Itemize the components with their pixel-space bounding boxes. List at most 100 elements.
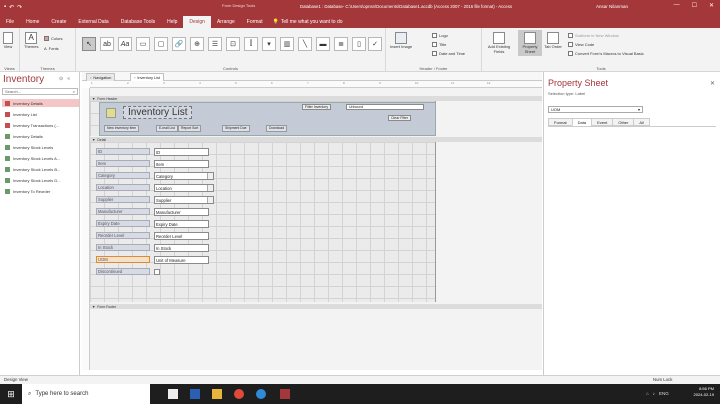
checkbox-discontinued[interactable]	[154, 269, 160, 275]
web-browser-icon[interactable]: ⊕	[190, 37, 204, 51]
doc-tab-navigation[interactable]: ▫ Navigation	[86, 73, 116, 81]
text-box-icon[interactable]: ab	[100, 37, 114, 51]
label-uom[interactable]: UOM	[96, 256, 150, 263]
nav-item[interactable]: Inventory Details	[2, 99, 79, 107]
minimize-button[interactable]: —	[674, 2, 680, 9]
edge-icon[interactable]	[256, 389, 266, 399]
email-list-button[interactable]: E-mail List	[156, 125, 178, 132]
subform-new-window-button[interactable]: Subform in New Window	[568, 33, 619, 38]
tab-format[interactable]: Format	[241, 16, 269, 28]
shutter-bar-icon[interactable]: «	[67, 76, 70, 82]
volume-icon[interactable]: ♪	[653, 391, 655, 396]
language-indicator[interactable]: ENG	[659, 391, 669, 396]
chart-control-icon[interactable]: ▥	[280, 37, 294, 51]
combo-category[interactable]: Category	[154, 172, 214, 180]
combo-box-icon[interactable]: ▾	[262, 37, 276, 51]
network-icon[interactable]: ⌂	[646, 391, 649, 396]
toggle-button-icon[interactable]: ▬	[316, 37, 330, 51]
prop-tab-format[interactable]: Format	[548, 118, 572, 126]
select-pointer-icon[interactable]: ↖	[82, 37, 96, 51]
maximize-button[interactable]: ☐	[692, 2, 697, 9]
doc-tab-inventory-list[interactable]: ▫ Inventory List	[130, 73, 164, 81]
textbox-id[interactable]: ID	[154, 148, 209, 156]
textbox-expiry-date[interactable]: Expiry Date	[154, 220, 209, 228]
date-time-button[interactable]: Date and Time	[432, 51, 465, 56]
view-button[interactable]: View	[3, 32, 13, 49]
file-explorer-icon[interactable]	[212, 389, 222, 399]
textbox-manufacturer[interactable]: Manufacturer	[154, 208, 209, 216]
nav-item[interactable]: Inventory Stock Levels	[2, 143, 79, 151]
label-control-icon[interactable]: Aa	[118, 37, 132, 51]
label-id[interactable]: ID	[96, 148, 150, 155]
download-button[interactable]: Download	[266, 125, 288, 132]
combo-location[interactable]: Location	[154, 184, 214, 192]
rectangle-control-icon[interactable]: ▯	[352, 37, 366, 51]
prop-tab-event[interactable]: Event	[591, 118, 613, 126]
chrome-icon[interactable]	[234, 389, 244, 399]
title-button[interactable]: Title	[432, 42, 446, 47]
tab-design[interactable]: Design	[183, 16, 211, 28]
label-discontinued[interactable]: Discontinued	[96, 268, 150, 275]
tab-home[interactable]: Home	[20, 16, 45, 28]
prop-tab-other[interactable]: Other	[612, 118, 634, 126]
hyperlink-icon[interactable]: 🔗	[172, 37, 186, 51]
textbox-in-stock[interactable]: In Stock	[154, 244, 209, 252]
page-break-icon[interactable]: ⫿	[244, 37, 258, 51]
object-selector[interactable]: UOM	[548, 106, 643, 113]
nav-title[interactable]: Inventory	[3, 74, 44, 85]
textbox-reorder-level[interactable]: Reorder Level	[154, 232, 209, 240]
tab-help[interactable]: Help	[161, 16, 183, 28]
label-expiry-date[interactable]: Expiry Date	[96, 220, 150, 227]
filter-combo[interactable]: Unbound	[346, 104, 424, 110]
clock[interactable]: 8:56 PM 2024-02-19	[694, 386, 714, 398]
word-icon[interactable]	[190, 389, 200, 399]
tab-file[interactable]: File	[0, 16, 20, 28]
clear-filter-button[interactable]: Clear Filter	[388, 115, 412, 121]
nav-item[interactable]: Inventory Stock Levels A...	[2, 154, 79, 162]
form-design-surface[interactable]: ▼ Form Header Inventory List Filter Inven…	[90, 88, 542, 370]
label-reorder-level[interactable]: Reorder Level	[96, 232, 150, 239]
close-button[interactable]: ✕	[709, 2, 714, 9]
label-in-stock[interactable]: In Stock	[96, 244, 150, 251]
nav-item[interactable]: Inventory Stock Levels D...	[2, 176, 79, 184]
prop-tab-all[interactable]: All	[633, 118, 650, 126]
label-supplier[interactable]: Supplier	[96, 196, 150, 203]
option-group-icon[interactable]: ⊡	[226, 37, 240, 51]
access-icon[interactable]	[280, 389, 290, 399]
property-sheet-button[interactable]: Property Sheet	[518, 30, 542, 56]
form-logo[interactable]	[106, 108, 116, 118]
prop-tab-data[interactable]: Data	[571, 118, 592, 126]
windows-start-icon[interactable]: ⊞	[0, 384, 22, 404]
form-title-label[interactable]: Inventory List	[123, 106, 193, 119]
nav-menu-icon[interactable]: ⊙	[59, 76, 63, 82]
label-item[interactable]: Item	[96, 160, 150, 167]
themes-button[interactable]: A Themes	[24, 32, 38, 49]
combo-supplier[interactable]: Supplier	[154, 196, 214, 204]
textbox-item[interactable]: Item	[154, 160, 209, 168]
colors-button[interactable]: Colors	[44, 36, 63, 41]
line-control-icon[interactable]: ╲	[298, 37, 312, 51]
save-icon[interactable]: ▪	[4, 4, 6, 11]
fonts-button[interactable]: A Fonts	[44, 46, 59, 51]
nav-item[interactable]: Inventory Stock Levels B...	[2, 165, 79, 173]
tell-me-box[interactable]: 💡 Tell me what you want to do	[269, 16, 343, 28]
textbox-uom[interactable]: Unit of Measure	[154, 256, 209, 264]
nav-item[interactable]: Inventory Transactions (...	[2, 121, 79, 129]
filter-label[interactable]: Filter Inventory	[302, 104, 332, 110]
logo-button[interactable]: Logo	[432, 33, 448, 38]
list-box-icon[interactable]: ≣	[334, 37, 348, 51]
nav-item[interactable]: Inventory To Reorder	[2, 187, 79, 195]
nav-item[interactable]: Inventory Details	[2, 132, 79, 140]
label-manufacturer[interactable]: Manufacturer	[96, 208, 150, 215]
convert-macros-button[interactable]: Convert Form's Macros to Visual Basic	[568, 51, 644, 56]
add-existing-fields-button[interactable]: Add Existing Fields	[486, 32, 512, 54]
new-inventory-item-button[interactable]: New Inventory Item	[104, 125, 140, 132]
insert-image-button[interactable]: Insert Image	[390, 32, 412, 49]
redo-icon[interactable]: ↷	[17, 4, 22, 11]
nav-item[interactable]: Inventory List	[2, 110, 79, 118]
tab-control-icon[interactable]: ▢	[154, 37, 168, 51]
form-footer-bar[interactable]: ▼ Form Footer	[90, 304, 542, 309]
tab-external-data[interactable]: External Data	[72, 16, 114, 28]
nav-search-input[interactable]: Search... ⌕	[2, 88, 78, 95]
taskbar-search[interactable]: ⌕ Type here to search	[22, 384, 150, 404]
